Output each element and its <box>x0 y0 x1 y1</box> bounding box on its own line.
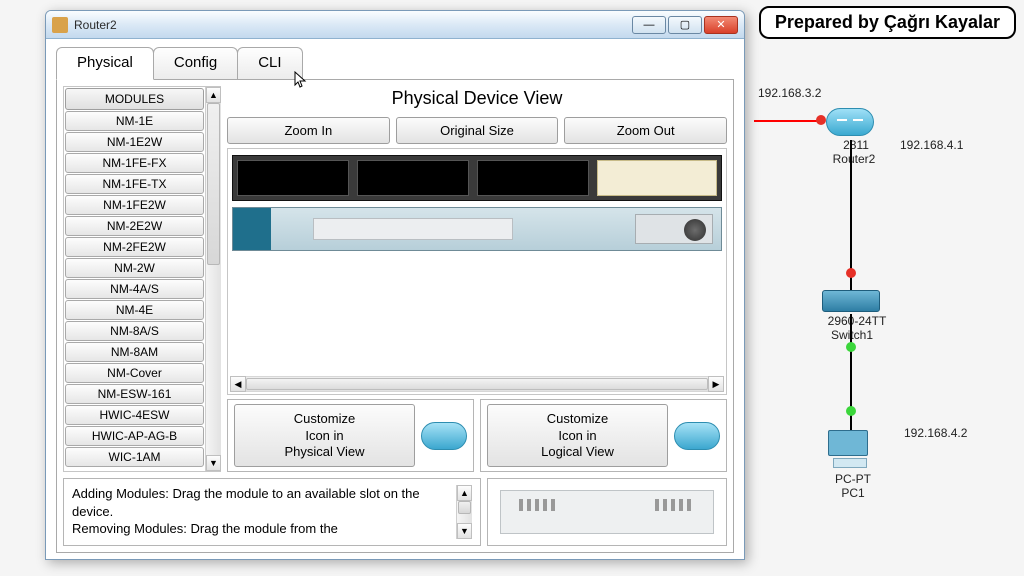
scroll-track[interactable] <box>457 501 472 523</box>
modules-header: MODULES <box>65 88 204 110</box>
module-item[interactable]: NM-ESW-161 <box>65 384 204 404</box>
device-hscrollbar[interactable]: ◀ ▶ <box>230 376 724 392</box>
tab-content-physical: MODULESNM-1ENM-1E2WNM-1FE-FXNM-1FE-TXNM-… <box>56 79 734 553</box>
scroll-thumb[interactable] <box>458 501 471 514</box>
scroll-thumb[interactable] <box>207 103 220 265</box>
module-item[interactable]: NM-1FE2W <box>65 195 204 215</box>
modules-list[interactable]: MODULESNM-1ENM-1E2WNM-1FE-FXNM-1FE-TXNM-… <box>64 87 205 471</box>
scroll-track[interactable] <box>246 376 708 392</box>
minimize-button[interactable]: — <box>632 16 666 34</box>
link-switch-pc <box>850 314 852 434</box>
module-item[interactable]: NM-1FE-TX <box>65 174 204 194</box>
customize-logical-button[interactable]: Customize Icon in Logical View <box>487 404 668 467</box>
link-router-left <box>754 120 824 122</box>
module-slot[interactable] <box>237 160 349 196</box>
author-badge: Prepared by Çağrı Kayalar <box>759 6 1016 39</box>
workspace-canvas: 192.168.3.2 192.168.4.1 2811 Router2 296… <box>0 0 1024 576</box>
router-model-label: 2811 <box>832 138 880 152</box>
modules-panel: MODULESNM-1ENM-1E2WNM-1FE-FXNM-1FE-TXNM-… <box>63 86 221 472</box>
module-item[interactable]: WIC-1AM <box>65 447 204 467</box>
module-item[interactable]: NM-8A/S <box>65 321 204 341</box>
module-slot[interactable] <box>477 160 589 196</box>
module-item[interactable]: NM-4E <box>65 300 204 320</box>
module-item[interactable]: NM-2W <box>65 258 204 278</box>
link-status-dot <box>846 342 856 352</box>
module-item[interactable]: NM-1FE-FX <box>65 153 204 173</box>
power-supply[interactable] <box>635 214 713 244</box>
pc-model-label: PC-PT <box>830 472 876 486</box>
module-item[interactable]: NM-4A/S <box>65 279 204 299</box>
scroll-right-arrow[interactable]: ▶ <box>708 376 724 392</box>
scroll-thumb[interactable] <box>246 378 708 390</box>
tab-label: Config <box>174 54 217 71</box>
scroll-down-arrow[interactable]: ▼ <box>206 455 221 471</box>
help-text-box: Adding Modules: Drag the module to an av… <box>63 478 481 546</box>
chassis-front[interactable] <box>232 207 722 251</box>
ip-label-3: 192.168.4.2 <box>904 426 967 440</box>
switch-model-label: 2960-24TT <box>812 314 902 328</box>
tab-cli[interactable]: CLI <box>237 47 302 79</box>
tab-config[interactable]: Config <box>153 47 238 79</box>
module-item[interactable]: NM-Cover <box>65 363 204 383</box>
window-icon <box>52 17 68 33</box>
module-item[interactable]: HWIC-AP-AG-B <box>65 426 204 446</box>
customize-physical-button[interactable]: Customize Icon in Physical View <box>234 404 415 467</box>
tab-physical[interactable]: Physical <box>56 47 154 80</box>
module-image[interactable] <box>500 490 714 534</box>
switch-node[interactable] <box>822 290 880 312</box>
scroll-up-arrow[interactable]: ▲ <box>206 87 221 103</box>
physical-view-title: Physical Device View <box>227 86 727 113</box>
original-size-button[interactable]: Original Size <box>396 117 559 144</box>
router-name-label: Router2 <box>824 152 884 166</box>
port-block[interactable] <box>313 218 513 240</box>
pc-node[interactable] <box>828 430 872 470</box>
router-icon <box>421 422 467 450</box>
scroll-left-arrow[interactable]: ◀ <box>230 376 246 392</box>
titlebar[interactable]: Router2 — ▢ ✕ <box>46 11 744 39</box>
scroll-track[interactable] <box>206 103 221 455</box>
module-item[interactable]: NM-1E2W <box>65 132 204 152</box>
link-status-dot <box>846 268 856 278</box>
module-item[interactable]: NM-2FE2W <box>65 237 204 257</box>
module-item[interactable]: NM-8AM <box>65 342 204 362</box>
physical-panel: Physical Device View Zoom In Original Si… <box>227 86 727 472</box>
customize-physical-box: Customize Icon in Physical View <box>227 399 474 472</box>
pc-name-label: PC1 <box>838 486 868 500</box>
zoom-out-button[interactable]: Zoom Out <box>564 117 727 144</box>
io-panel[interactable] <box>597 160 717 196</box>
module-item[interactable]: NM-1E <box>65 111 204 131</box>
module-item[interactable]: NM-2E2W <box>65 216 204 236</box>
ip-label-2: 192.168.4.1 <box>900 138 963 152</box>
link-status-dot <box>846 406 856 416</box>
chassis-rear[interactable] <box>232 155 722 201</box>
link-status-dot <box>816 115 826 125</box>
device-chassis-view[interactable]: ◀ ▶ <box>227 148 727 395</box>
router-icon <box>674 422 720 450</box>
module-preview <box>487 478 727 546</box>
customize-logical-box: Customize Icon in Logical View <box>480 399 727 472</box>
close-button[interactable]: ✕ <box>704 16 738 34</box>
scroll-down-arrow[interactable]: ▼ <box>457 523 472 539</box>
help-line: Adding Modules: Drag the module to an av… <box>72 485 456 520</box>
modules-scrollbar[interactable]: ▲ ▼ <box>205 87 221 471</box>
tab-label: CLI <box>258 54 281 71</box>
router-node[interactable] <box>826 108 874 136</box>
scroll-up-arrow[interactable]: ▲ <box>457 485 472 501</box>
tab-label: Physical <box>77 54 133 71</box>
zoom-in-button[interactable]: Zoom In <box>227 117 390 144</box>
help-scrollbar[interactable]: ▲ ▼ <box>456 485 472 539</box>
ip-label-1: 192.168.3.2 <box>758 86 821 100</box>
topology-area: 192.168.3.2 192.168.4.1 2811 Router2 296… <box>764 80 1004 550</box>
tab-bar: Physical Config CLI <box>46 39 744 79</box>
device-window: Router2 — ▢ ✕ Physical Config CLI <box>45 10 745 560</box>
module-item[interactable]: HWIC-4ESW <box>65 405 204 425</box>
maximize-button[interactable]: ▢ <box>668 16 702 34</box>
window-title: Router2 <box>74 18 630 32</box>
help-line: Removing Modules: Drag the module from t… <box>72 520 456 538</box>
module-slot[interactable] <box>357 160 469 196</box>
switch-name-label: Switch1 <box>822 328 882 342</box>
